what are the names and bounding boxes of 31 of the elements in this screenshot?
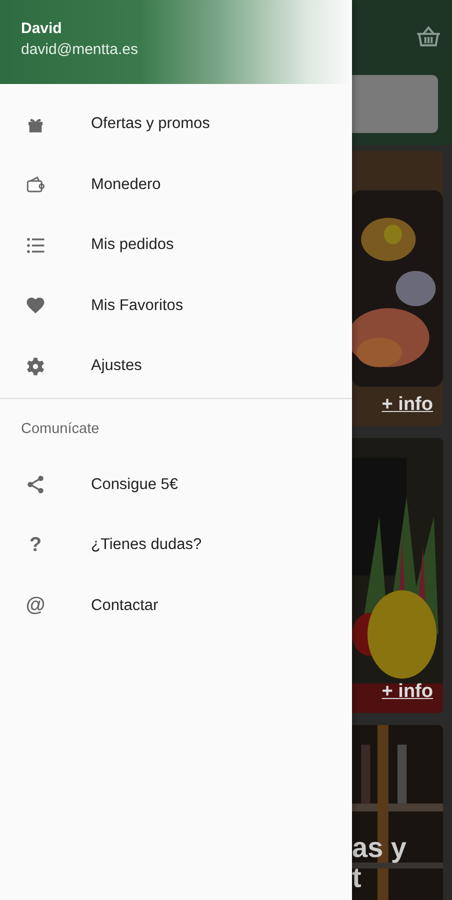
user-email: david@mentta.es xyxy=(21,41,139,58)
info-link[interactable]: + info xyxy=(382,681,433,703)
card-title: as y xyxy=(352,833,406,863)
card-title: t xyxy=(352,863,362,893)
menu-item[interactable]: Mis pedidos xyxy=(0,215,352,276)
menu-item-label: Monedero xyxy=(91,176,161,194)
menu-item[interactable]: Monedero xyxy=(0,154,352,215)
section-title: Comunícate xyxy=(21,420,100,436)
menu-item-label: Consigue 5€ xyxy=(91,476,178,494)
menu-item[interactable]: Ajustes xyxy=(0,336,352,396)
menu-item[interactable]: @ Contactar xyxy=(0,576,352,636)
product-card[interactable]: + info xyxy=(352,438,443,713)
user-name: David xyxy=(21,20,63,37)
menu-item[interactable]: ? ¿Tienes dudas? xyxy=(0,515,352,576)
product-card[interactable]: as y t xyxy=(352,725,443,900)
menu-item[interactable]: Mis Favoritos xyxy=(0,276,352,336)
menu-item-label: Mis Favoritos xyxy=(91,296,184,315)
product-card[interactable]: + info xyxy=(352,151,443,426)
menu-item-label: Contactar xyxy=(91,596,158,615)
glyph-icon: @ xyxy=(25,594,46,618)
glyph-icon: ? xyxy=(25,534,46,557)
menu-item-label: Ajustes xyxy=(91,357,142,376)
menu-item-label: Mis pedidos xyxy=(91,236,174,254)
menu-item[interactable]: Ofertas y promos xyxy=(0,94,352,154)
menu-item-label: Ofertas y promos xyxy=(91,115,210,134)
menu-item[interactable]: Consigue 5€ xyxy=(0,454,352,515)
info-link[interactable]: + info xyxy=(382,394,433,416)
menu-item-label: ¿Tienes dudas? xyxy=(91,536,202,554)
settings-icon xyxy=(25,356,46,377)
search-field[interactable] xyxy=(352,75,438,133)
share-icon xyxy=(25,474,46,496)
